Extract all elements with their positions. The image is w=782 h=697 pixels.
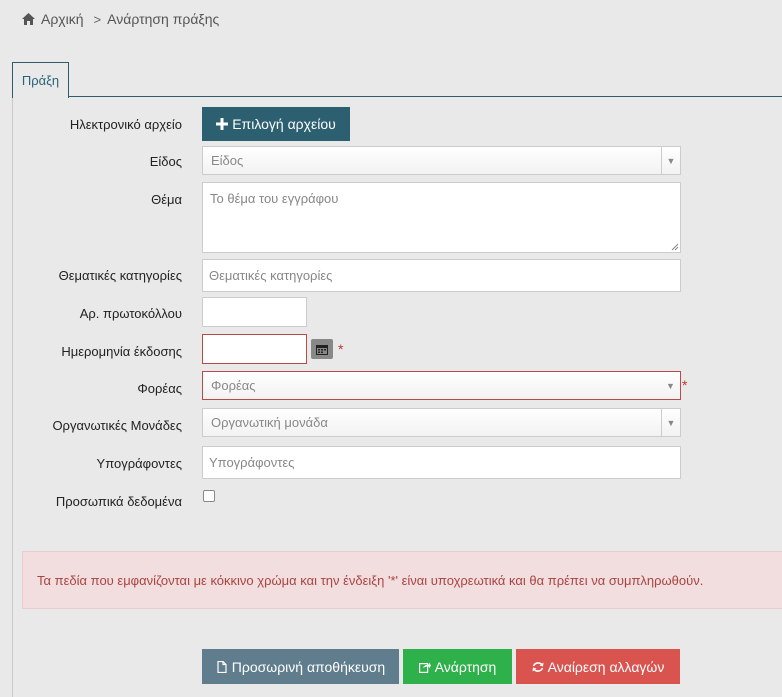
organization-select[interactable]: Φορέας ▼ xyxy=(202,371,681,400)
protocol-number-label: Αρ. πρωτοκόλλου xyxy=(79,306,182,321)
organization-select-value: Φορέας xyxy=(211,378,256,393)
organization-required-marker: * xyxy=(682,377,688,393)
personal-data-label: Προσωπικά δεδομένα xyxy=(55,494,182,509)
signers-placeholder: Υπογράφοντες xyxy=(209,455,295,470)
personal-data-checkbox[interactable] xyxy=(203,490,215,502)
subject-placeholder: Το θέμα του εγγράφου xyxy=(210,191,339,206)
undo-changes-label: Αναίρεση αλλαγών xyxy=(547,658,665,675)
alert-text: Τα πεδία που εμφανίζονται με κόκκινο χρώ… xyxy=(37,572,704,588)
issue-date-required-marker: * xyxy=(338,341,344,357)
refresh-icon xyxy=(532,661,544,672)
tab-divider xyxy=(68,96,782,97)
type-label: Είδος xyxy=(149,154,182,169)
organization-label: Φορέας xyxy=(137,381,182,396)
calendar-button[interactable] xyxy=(311,339,333,359)
electronic-file-label: Ηλεκτρονικό αρχείο xyxy=(69,117,182,132)
subject-textarea[interactable]: Το θέμα του εγγράφου xyxy=(202,182,681,253)
thematic-categories-input[interactable]: Θεματικές κατηγορίες xyxy=(202,259,681,292)
calendar-icon xyxy=(316,344,328,355)
resize-grip-icon[interactable] xyxy=(671,243,679,251)
issue-date-input[interactable] xyxy=(202,334,307,364)
breadcrumb-current: Ανάρτηση πράξης xyxy=(107,11,220,27)
home-icon xyxy=(22,13,35,25)
chevron-down-icon: ▼ xyxy=(666,380,675,391)
panel-border xyxy=(12,97,13,697)
subject-label: Θέμα xyxy=(151,192,182,207)
protocol-number-input[interactable] xyxy=(202,297,307,327)
chevron-down-icon: ▼ xyxy=(661,147,680,174)
breadcrumb: Αρχική > Ανάρτηση πράξης xyxy=(22,9,219,29)
breadcrumb-separator: > xyxy=(93,11,102,27)
plus-icon xyxy=(216,118,229,130)
signers-input[interactable]: Υπογράφοντες xyxy=(202,446,681,479)
type-select[interactable]: Είδος ▼ xyxy=(202,146,681,175)
thematic-categories-label: Θεματικές κατηγορίες xyxy=(58,268,182,283)
signers-label: Υπογράφοντες xyxy=(96,456,182,471)
org-units-select-value: Οργανωτική μονάδα xyxy=(211,415,328,430)
temporary-save-label: Προσωρινή αποθήκευση xyxy=(231,658,386,675)
choose-file-button[interactable]: Επιλογή αρχείου xyxy=(202,107,350,141)
chevron-down-icon: ▼ xyxy=(661,409,680,436)
file-icon xyxy=(217,660,227,673)
breadcrumb-home-label: Αρχική xyxy=(41,11,84,27)
org-units-select[interactable]: Οργανωτική μονάδα ▼ xyxy=(202,408,681,437)
undo-changes-button[interactable]: Αναίρεση αλλαγών xyxy=(516,649,680,684)
tab-praxi[interactable]: Πράξη xyxy=(12,62,69,98)
issue-date-label: Ημερομηνία έκδοσης xyxy=(61,344,182,359)
thematic-categories-placeholder: Θεματικές κατηγορίες xyxy=(209,268,333,283)
publish-button[interactable]: Ανάρτηση xyxy=(403,649,512,684)
required-fields-alert: Τα πεδία που εμφανίζονται με κόκκινο χρώ… xyxy=(22,551,782,609)
tab-label: Πράξη xyxy=(21,73,60,88)
share-icon xyxy=(418,662,431,673)
publish-label: Ανάρτηση xyxy=(434,658,497,675)
choose-file-label: Επιλογή αρχείου xyxy=(232,116,336,132)
breadcrumb-home-link[interactable]: Αρχική xyxy=(22,11,84,27)
type-select-value: Είδος xyxy=(211,153,244,168)
temporary-save-button[interactable]: Προσωρινή αποθήκευση xyxy=(202,649,399,684)
org-units-label: Οργανωτικές Μονάδες xyxy=(52,418,182,433)
